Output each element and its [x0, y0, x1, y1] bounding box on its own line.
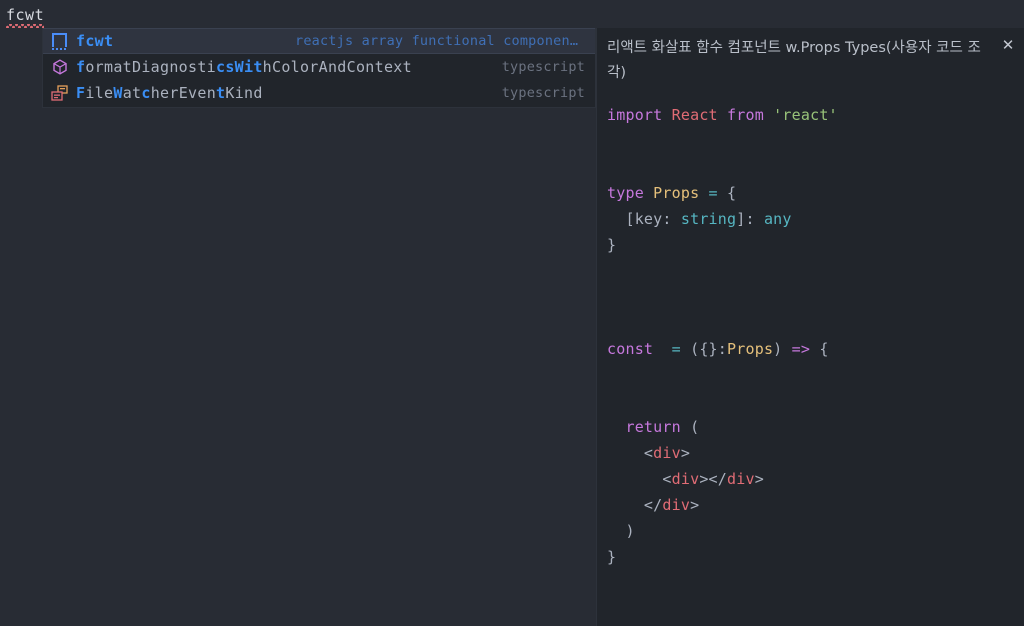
suggest-item-detail: typescript [501, 85, 585, 101]
suggest-documentation-panel: 리액트 화살표 함수 컴포넌트 w.Props Types(사용자 코드 조각)… [596, 28, 1024, 626]
code-line-14: <div></div> [607, 470, 764, 488]
suggest-item-0[interactable]: fcwt reactjs array functional component w… [43, 28, 595, 54]
suggest-item-label: fcwt [76, 32, 114, 50]
code-line-13: <div> [607, 444, 691, 462]
close-icon[interactable]: ✕ [1000, 37, 1016, 53]
snippet-icon [49, 32, 71, 50]
enum-icon [49, 84, 71, 102]
suggest-item-label: formatDiagnosticsWithColorAndContext [76, 58, 412, 76]
module-cube-icon [49, 58, 71, 76]
snippet-code-preview: import React from 'react' type Props = {… [597, 92, 1024, 626]
code-line-17: } [607, 548, 617, 566]
code-line-9: const = ({}:Props) => { [607, 340, 829, 358]
code-line-5: } [607, 236, 617, 254]
suggest-item-detail: typescript [501, 59, 585, 75]
code-line-0: import React from 'react' [607, 106, 838, 124]
suggest-item-detail: reactjs array functional component with … [295, 33, 585, 49]
doc-panel-title: 리액트 화살표 함수 컴포넌트 w.Props Types(사용자 코드 조각) [607, 40, 981, 81]
code-line-12: return ( [607, 418, 700, 436]
error-squiggle-underline [6, 24, 44, 28]
code-line-4: [key: string]: any [607, 210, 792, 228]
code-line-3: type Props = { [607, 184, 737, 202]
typed-text: fcwt [6, 6, 45, 24]
doc-panel-header: 리액트 화살표 함수 컴포넌트 w.Props Types(사용자 코드 조각)… [597, 28, 1024, 92]
suggest-item-1[interactable]: formatDiagnosticsWithColorAndContext type… [43, 54, 595, 80]
suggest-item-2[interactable]: FileWatcherEventKind typescript [43, 80, 595, 106]
code-line-16: ) [607, 522, 635, 540]
suggest-item-label: FileWatcherEventKind [76, 84, 263, 102]
vscode-editor-window: fcwt fcwt reactjs array functional compon… [0, 0, 1024, 626]
code-line-15: </div> [607, 496, 700, 514]
autocomplete-suggest-widget[interactable]: fcwt reactjs array functional component w… [42, 28, 596, 108]
